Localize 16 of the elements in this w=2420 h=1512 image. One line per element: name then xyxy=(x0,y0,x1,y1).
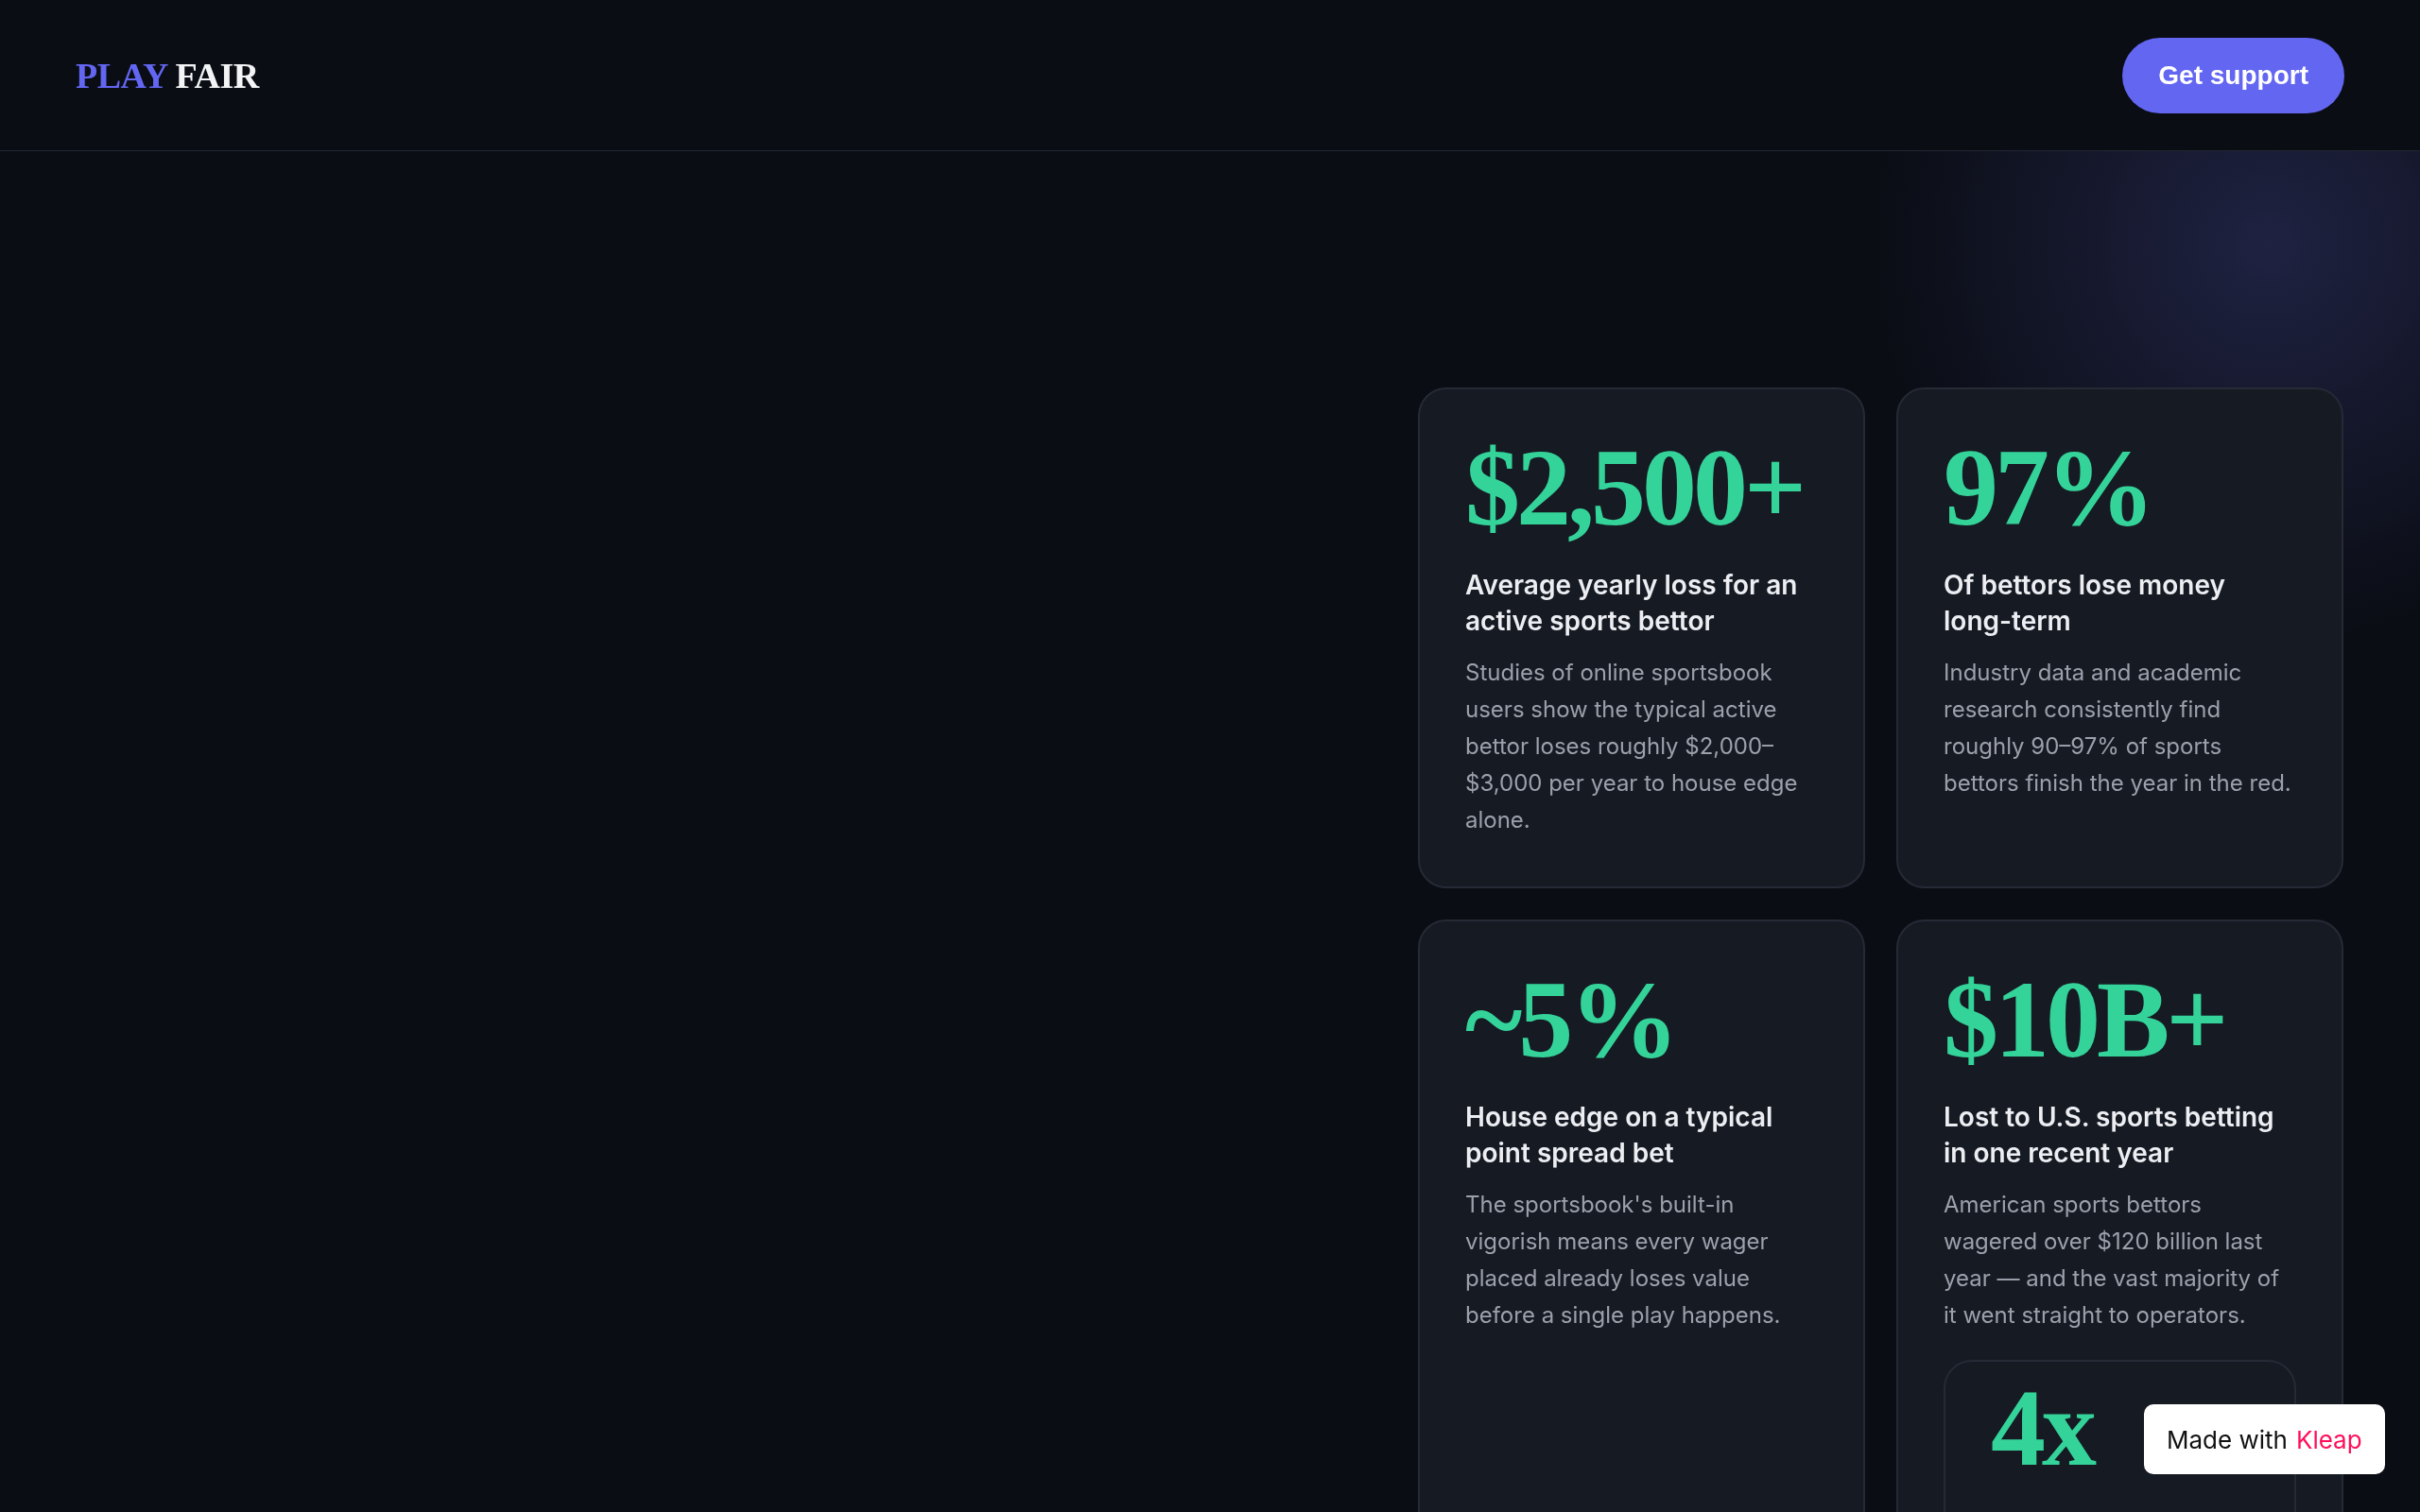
stat-description: Industry data and academic research consistently find roughly 90–97% of sports bettors finish the year in the red. xyxy=(1944,658,2292,799)
stat-description: American sports bettors wagered over $120 billion last year — and the vast majority of it went straight to operators. xyxy=(1944,1190,2281,1331)
stat-title: Of bettors lose money long-term xyxy=(1944,568,2226,639)
stat-value: ~5% xyxy=(1465,965,1677,1074)
stat-description: The sportsbook's built-in vigorish means every wager placed already loses value before a single play happens. xyxy=(1465,1190,1782,1331)
logo[interactable]: PLAY FAIR xyxy=(76,54,259,96)
get-support-button[interactable]: Get support xyxy=(2122,37,2344,113)
stat-value: 4x xyxy=(1991,1373,2093,1483)
stat-title: Lost to U.S. sports betting in one recent year xyxy=(1944,1100,2275,1171)
stat-value: $10B+ xyxy=(1944,965,2226,1074)
stat-value: $2,500+ xyxy=(1465,433,1805,542)
made-with-badge[interactable]: Made with Kleap xyxy=(2144,1404,2385,1474)
stat-description: Studies of online sportsbook users show the typical active bettor loses roughly $2,000–$3,000 per year to house edge alone. xyxy=(1465,658,1799,835)
stat-title: House edge on a typical point spread bet xyxy=(1465,1100,1774,1171)
stat-value: 97% xyxy=(1944,433,2152,542)
stat-title: Average yearly loss for an active sports bettor xyxy=(1465,568,1799,639)
